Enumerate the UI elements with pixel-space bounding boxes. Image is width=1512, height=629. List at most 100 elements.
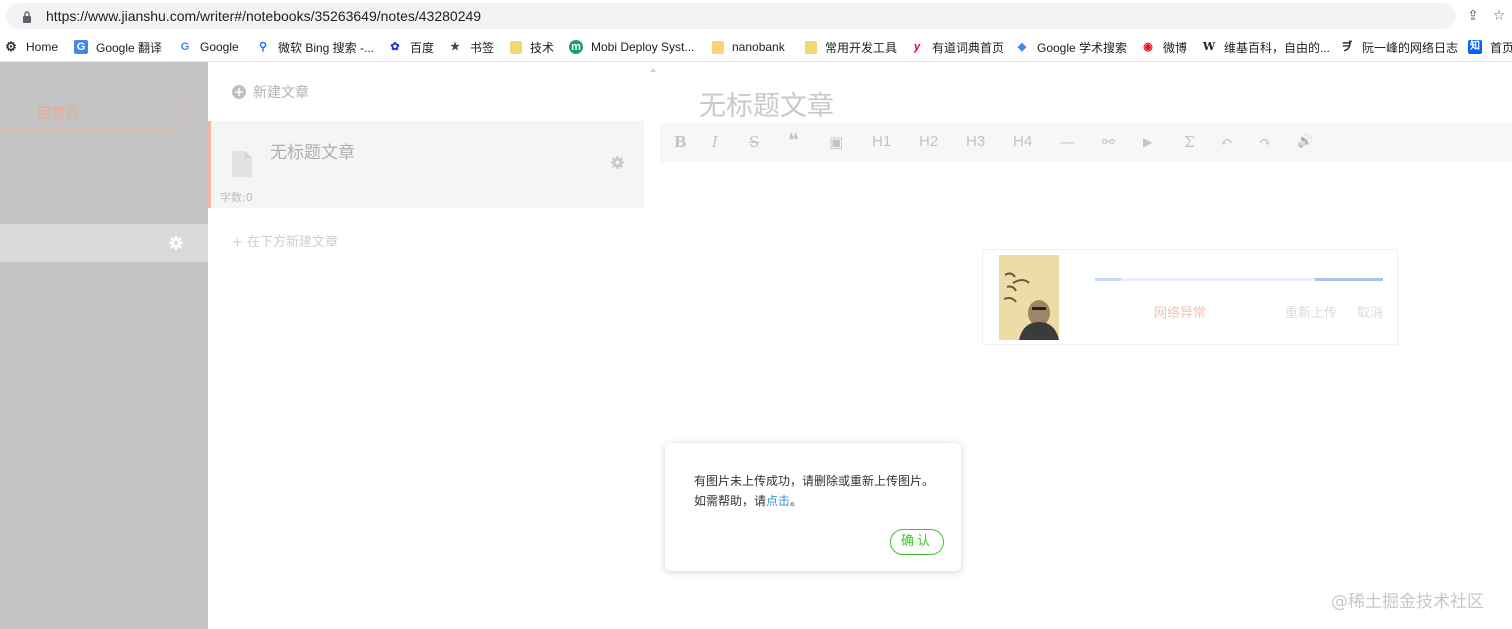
youdao-icon: y: [913, 41, 921, 53]
audio-icon[interactable]: 🔊: [1297, 134, 1313, 149]
scroll-up-arrow-icon[interactable]: [650, 68, 656, 72]
notebook-item-active[interactable]: [0, 224, 208, 262]
bookmark-google-translate[interactable]: G Google 翻译: [74, 39, 162, 55]
redo-icon[interactable]: ↷: [1259, 133, 1272, 151]
bookmark-youdao[interactable]: y 有道词典首页: [910, 39, 1004, 55]
share-icon[interactable]: ⇪: [1464, 7, 1482, 25]
dialog-message-text: 有图片未上传成功，请删除或重新上传图片。如需帮助，请: [694, 474, 935, 508]
bookmark-baidu[interactable]: ✿ 百度: [388, 39, 434, 55]
google-icon: G: [180, 41, 190, 53]
zhihu-icon: 知: [1468, 40, 1482, 54]
bookmark-wikipedia[interactable]: W 维基百科，自由的...: [1202, 39, 1330, 55]
bookmark-label: 有道词典首页: [932, 40, 1005, 55]
weibo-icon: ◉: [1143, 41, 1153, 53]
bookmark-zhihu[interactable]: 知 首页: [1468, 39, 1512, 55]
confirm-button[interactable]: 确认: [890, 529, 944, 555]
bookmark-google-scholar[interactable]: ◆ Google 学术搜索: [1015, 39, 1127, 55]
bookmark-bing[interactable]: ⚲ 微软 Bing 搜索 -...: [256, 39, 374, 55]
bookmark-label: 百度: [410, 40, 435, 55]
url-text: https://www.jianshu.com/writer#/notebook…: [46, 8, 482, 24]
quote-icon[interactable]: ❝: [788, 128, 799, 152]
bookmark-label: Google: [200, 40, 239, 54]
heading3-button[interactable]: H3: [966, 133, 985, 150]
plus-circle-icon: +: [232, 85, 246, 99]
bold-icon[interactable]: B: [674, 133, 687, 151]
bookmark-ruanyifeng[interactable]: ヺ 阮一峰的网络日志: [1340, 39, 1459, 55]
ruanyifeng-icon: ヺ: [1341, 41, 1353, 53]
help-link[interactable]: 点击: [766, 494, 790, 508]
upload-progress-fill: [1095, 278, 1121, 281]
mobi-icon: m: [569, 40, 583, 54]
bookmark-star-icon[interactable]: ☆: [1490, 7, 1508, 25]
document-icon: [232, 151, 252, 177]
bookmark-home[interactable]: ⚙ Home: [4, 39, 58, 55]
uploaded-image-thumbnail: [999, 255, 1059, 340]
bookmark-label: 微软 Bing 搜索 -...: [278, 40, 375, 55]
gear-icon[interactable]: [168, 235, 184, 251]
video-icon[interactable]: ▶: [1143, 135, 1152, 149]
strikethrough-icon[interactable]: S: [749, 133, 759, 151]
folder-icon: [712, 40, 724, 54]
book-cover-image: [999, 255, 1059, 340]
article-title-input[interactable]: 无标题文章: [699, 84, 834, 123]
bookmark-label: 首页: [1490, 40, 1512, 55]
bookmark-label: 维基百科，自由的...: [1224, 40, 1331, 55]
image-upload-card: 网络异常 重新上传 取消: [982, 249, 1398, 345]
bookmark-mobi[interactable]: m Mobi Deploy Syst...: [569, 39, 694, 55]
add-below-label: 在下方新建文章: [247, 235, 339, 250]
image-icon[interactable]: ▣: [829, 133, 843, 151]
bookmark-label: Home: [26, 40, 59, 54]
back-home-button[interactable]: 回首页: [0, 93, 190, 131]
add-article-below-button[interactable]: + 在下方新建文章: [232, 231, 338, 250]
bookmark-label: Google 翻译: [96, 40, 163, 55]
horizontal-rule-icon[interactable]: —: [1060, 133, 1075, 151]
new-article-button[interactable]: + 新建文章: [232, 82, 309, 102]
bookmark-folder-jishu[interactable]: 技术: [510, 39, 554, 55]
dialog-message-end: 。: [790, 494, 803, 508]
plus-icon: +: [232, 235, 248, 250]
back-home-label: 回首页: [37, 106, 79, 122]
italic-icon[interactable]: I: [712, 133, 718, 151]
heading2-button[interactable]: H2: [919, 133, 938, 150]
link-icon[interactable]: ⚯: [1102, 133, 1115, 151]
bookmark-folder-nanobank[interactable]: nanobank: [712, 39, 785, 55]
bookmarks-bar: ⚙ Home G Google 翻译 G Google ⚲ 微软 Bing 搜索…: [0, 33, 1512, 62]
bookmark-weibo[interactable]: ◉ 微博: [1141, 39, 1187, 55]
upload-progress-bar: [1095, 278, 1383, 281]
bookmark-google[interactable]: G Google: [178, 39, 239, 55]
new-article-label: 新建文章: [253, 85, 309, 101]
baidu-icon: ✿: [390, 41, 400, 53]
google-translate-icon: G: [74, 40, 88, 54]
heading1-button[interactable]: H1: [872, 133, 891, 150]
bookmark-label: 书签: [470, 40, 495, 55]
star-icon: ★: [450, 41, 460, 53]
folder-icon: [510, 40, 522, 54]
gear-icon[interactable]: [610, 155, 625, 170]
bookmark-folder-devtools[interactable]: 常用开发工具: [805, 39, 897, 55]
upload-failed-dialog: 有图片未上传成功，请删除或重新上传图片。如需帮助，请点击。 确认: [665, 443, 961, 571]
bookmark-label: 技术: [530, 40, 555, 55]
notebook-sidebar: 回首页: [0, 62, 208, 629]
bookmark-label: 微博: [1163, 40, 1188, 55]
reupload-button[interactable]: 重新上传: [1285, 302, 1337, 321]
note-list-item[interactable]: 无标题文章 字数:0: [208, 121, 644, 208]
undo-icon[interactable]: ↶: [1220, 133, 1233, 151]
home-icon: ⚙: [5, 39, 17, 54]
heading4-button[interactable]: H4: [1013, 133, 1032, 150]
bookmark-label: Google 学术搜索: [1037, 40, 1128, 55]
bookmark-label: 阮一峰的网络日志: [1362, 40, 1459, 55]
formula-icon[interactable]: Σ: [1184, 133, 1195, 151]
cancel-upload-button[interactable]: 取消: [1357, 302, 1383, 321]
wikipedia-icon: W: [1202, 40, 1216, 53]
watermark-text: @稀土掘金技术社区: [1331, 592, 1484, 612]
address-field[interactable]: https://www.jianshu.com/writer#/notebook…: [6, 3, 1456, 29]
upload-progress-segment: [1315, 278, 1383, 281]
upload-error-status: 网络异常: [1154, 306, 1207, 321]
dialog-message: 有图片未上传成功，请删除或重新上传图片。如需帮助，请点击。: [694, 471, 934, 511]
lock-icon: [23, 11, 31, 23]
bookmark-shuqian[interactable]: ★ 书签: [448, 39, 494, 55]
list-scrollbar[interactable]: [644, 62, 660, 629]
note-word-count: 字数:0: [220, 191, 253, 204]
bookmark-label: nanobank: [732, 40, 785, 54]
bookmark-label: Mobi Deploy Syst...: [591, 40, 695, 54]
